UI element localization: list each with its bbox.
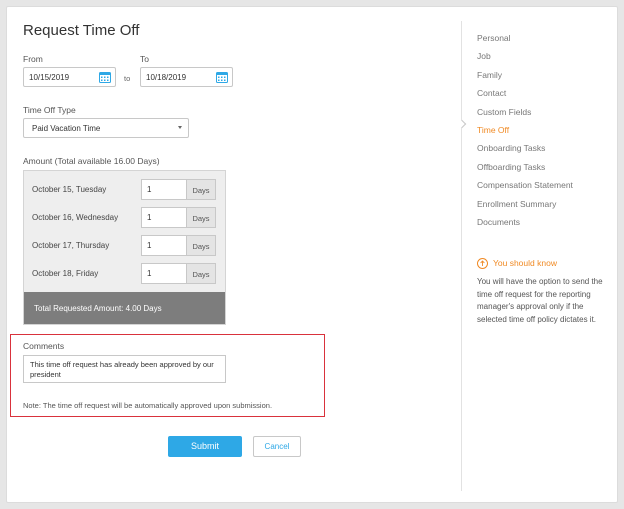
amount-row-unit: Days (187, 179, 216, 200)
sidebar-item-compensation-statement[interactable]: Compensation Statement (477, 176, 573, 194)
from-date-value: 10/15/2019 (29, 73, 70, 82)
sidebar-divider (461, 21, 462, 491)
calendar-icon[interactable] (99, 71, 111, 83)
from-date-field[interactable]: 10/15/2019 (23, 67, 116, 87)
sidebar-item-time-off[interactable]: Time Off (477, 121, 573, 139)
amount-row: October 17, Thursday 1 Days (24, 235, 225, 257)
amount-row-input[interactable]: 1 (141, 235, 187, 256)
to-label: To (140, 54, 149, 64)
date-range-separator: to (124, 74, 131, 83)
to-date-field[interactable]: 10/18/2019 (140, 67, 233, 87)
sidebar-item-custom-fields[interactable]: Custom Fields (477, 103, 573, 121)
amount-table: October 15, Tuesday 1 Days October 16, W… (23, 170, 226, 325)
time-off-type-label: Time Off Type (23, 105, 76, 115)
amount-row-unit: Days (187, 207, 216, 228)
auto-approve-note: Note: The time off request will be autom… (23, 401, 273, 410)
amount-row-input[interactable]: 1 (141, 263, 187, 284)
sidebar-item-offboarding-tasks[interactable]: Offboarding Tasks (477, 158, 573, 176)
sidebar-item-contact[interactable]: Contact (477, 84, 573, 102)
amount-row-day: October 16, Wednesday (32, 213, 119, 222)
amount-row-day: October 15, Tuesday (32, 185, 107, 194)
amount-row-day: October 17, Thursday (32, 241, 110, 250)
total-requested-amount: Total Requested Amount: 4.00 Days (24, 292, 225, 324)
sidebar-item-onboarding-tasks[interactable]: Onboarding Tasks (477, 139, 573, 157)
chevron-down-icon (178, 126, 182, 129)
sidebar-item-family[interactable]: Family (477, 66, 573, 84)
page-title: Request Time Off (23, 22, 140, 39)
submit-button[interactable]: Submit (168, 436, 242, 457)
you-should-know-text: You will have the option to send the tim… (477, 277, 603, 324)
amount-row: October 18, Friday 1 Days (24, 263, 225, 285)
sidebar-item-personal[interactable]: Personal (477, 29, 573, 47)
comments-label: Comments (23, 341, 65, 351)
time-off-type-select[interactable]: Paid Vacation Time (23, 118, 189, 138)
from-label: From (23, 54, 43, 64)
amount-row: October 16, Wednesday 1 Days (24, 207, 225, 229)
sidebar-nav: Personal Job Family Contact Custom Field… (477, 29, 573, 231)
amount-row-input[interactable]: 1 (141, 207, 187, 228)
request-time-off-panel: Request Time Off From To 10/15/2019 to 1… (6, 6, 618, 503)
amount-row-unit: Days (187, 235, 216, 256)
amount-row: October 15, Tuesday 1 Days (24, 179, 225, 201)
you-should-know-box: You should know You will have the option… (477, 258, 607, 326)
you-should-know-title-text: You should know (493, 258, 557, 268)
you-should-know-title: You should know (477, 258, 607, 272)
time-off-type-value: Paid Vacation Time (32, 124, 101, 133)
arrow-up-circle-icon (477, 258, 488, 269)
amount-row-input[interactable]: 1 (141, 179, 187, 200)
sidebar-item-documents[interactable]: Documents (477, 213, 573, 231)
active-item-indicator (457, 119, 467, 129)
to-date-value: 10/18/2019 (146, 73, 187, 82)
sidebar-item-job[interactable]: Job (477, 47, 573, 65)
calendar-icon[interactable] (216, 71, 228, 83)
comments-textarea[interactable]: This time off request has already been a… (23, 355, 226, 383)
cancel-button[interactable]: Cancel (253, 436, 301, 457)
amount-row-unit: Days (187, 263, 216, 284)
amount-label: Amount (Total available 16.00 Days) (23, 156, 160, 166)
sidebar-item-enrollment-summary[interactable]: Enrollment Summary (477, 195, 573, 213)
amount-row-day: October 18, Friday (32, 269, 99, 278)
comments-section: Comments This time off request has alrea… (10, 334, 325, 417)
